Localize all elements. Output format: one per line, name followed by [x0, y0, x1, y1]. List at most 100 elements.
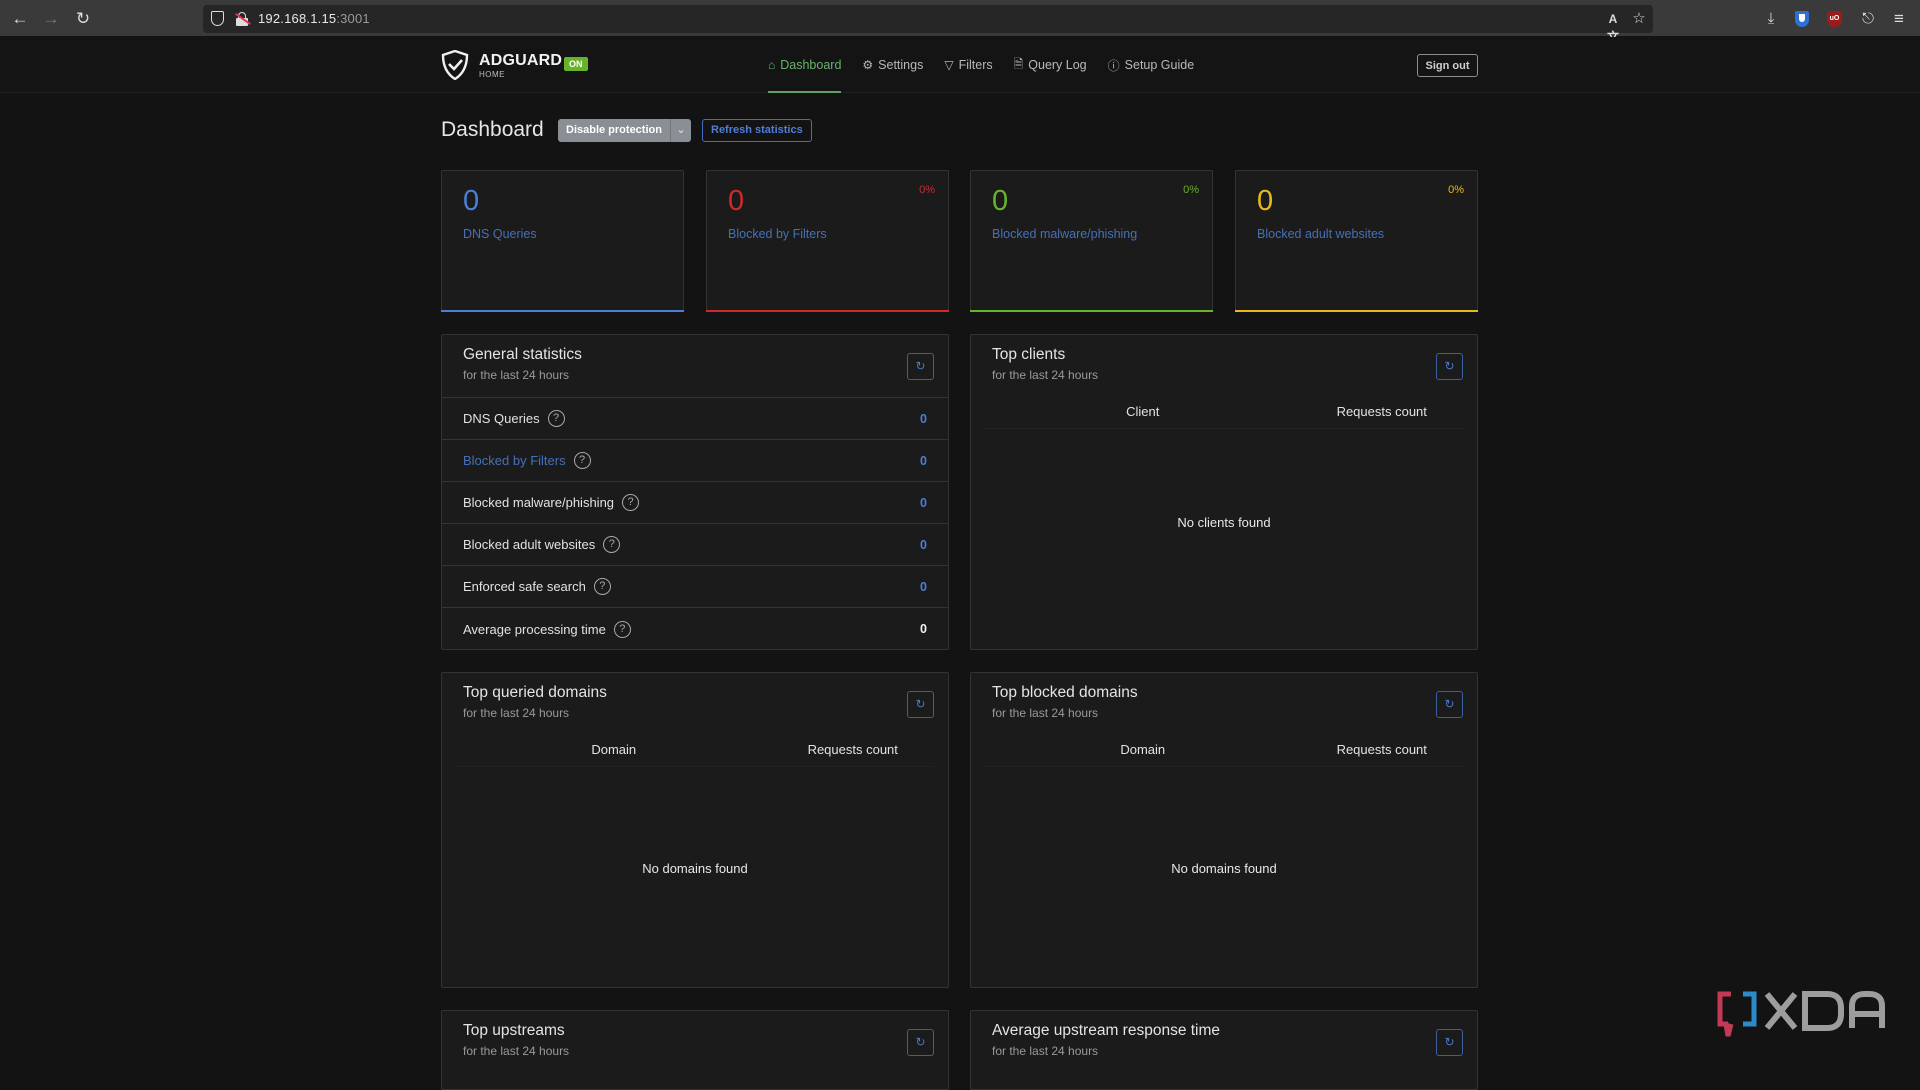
- stats-row-blocked-adult: Blocked adult websites ? 0: [442, 524, 948, 566]
- url-text[interactable]: 192.168.1.15:3001: [258, 11, 370, 26]
- stats-row-value: 0: [920, 579, 927, 594]
- reload-icon[interactable]: ↻: [72, 8, 94, 30]
- ublock-icon[interactable]: uO: [1827, 11, 1842, 27]
- refresh-icon: ↻: [1444, 697, 1455, 711]
- tracking-shield-icon[interactable]: [211, 11, 224, 26]
- stat-card-label[interactable]: DNS Queries: [463, 227, 537, 241]
- nav-settings-label: Settings: [878, 58, 924, 72]
- stat-card-label[interactable]: Blocked malware/phishing: [992, 227, 1137, 241]
- top-queried-domains-panel: Top queried domains for the last 24 hour…: [441, 672, 949, 988]
- browser-toolbar: ← → ↻ 192.168.1.15:3001 A文 ☆ ⤓ uO ⎋ ≡: [0, 0, 1920, 44]
- panel-subtitle: for the last 24 hours: [463, 706, 570, 720]
- top-upstreams-panel: Top upstreams for the last 24 hours ↻: [441, 1010, 949, 1090]
- stat-card-blocked-malware: 0 Blocked malware/phishing 0%: [970, 170, 1213, 312]
- home-icon: ⌂: [768, 58, 776, 72]
- stat-card-accent-bar: [1235, 310, 1478, 312]
- column-header-requests[interactable]: Requests count: [1300, 395, 1463, 428]
- refresh-button[interactable]: ↻: [1436, 691, 1463, 718]
- column-header-domain[interactable]: Domain: [985, 733, 1300, 766]
- stat-card-accent-bar: [706, 310, 949, 312]
- panel-subtitle: for the last 24 hours: [463, 368, 570, 382]
- refresh-button[interactable]: ↻: [1436, 353, 1463, 380]
- panel-title: Top clients: [992, 346, 1066, 363]
- nav-query-log-label: Query Log: [1028, 58, 1087, 72]
- chevron-down-icon[interactable]: ⌄: [671, 119, 691, 142]
- stat-card-label[interactable]: Blocked adult websites: [1257, 227, 1384, 241]
- nav-query-log[interactable]: 🗎 Query Log: [1014, 37, 1087, 93]
- stats-row-label[interactable]: Blocked by Filters: [463, 453, 566, 468]
- protection-status-badge: ON: [564, 57, 588, 71]
- table-header: Client Requests count: [985, 395, 1463, 429]
- avg-upstream-response-panel: Average upstream response time for the l…: [970, 1010, 1478, 1090]
- table-header: Domain Requests count: [456, 733, 934, 767]
- stats-row-safe-search: Enforced safe search ? 0: [442, 566, 948, 608]
- stat-card-percent: 0%: [1183, 184, 1199, 196]
- filter-icon: ▽: [944, 58, 954, 72]
- column-header-requests[interactable]: Requests count: [771, 733, 934, 766]
- help-icon[interactable]: ?: [603, 536, 621, 553]
- stat-card-accent-bar: [441, 310, 684, 312]
- xda-watermark-logo: XDA: [1717, 991, 1885, 1037]
- forward-icon[interactable]: →: [40, 8, 62, 30]
- column-header-client[interactable]: Client: [985, 395, 1300, 428]
- panel-title: Top blocked domains: [992, 684, 1138, 701]
- column-header-domain[interactable]: Domain: [456, 733, 771, 766]
- panel-subtitle: for the last 24 hours: [992, 706, 1099, 720]
- help-icon[interactable]: ?: [593, 578, 611, 595]
- panel-title: Top upstreams: [463, 1022, 565, 1039]
- document-icon: 🗎: [1013, 56, 1024, 71]
- download-icon[interactable]: ⤓: [1760, 8, 1782, 30]
- refresh-button[interactable]: ↻: [1436, 1029, 1463, 1056]
- nav-filters[interactable]: ▽ Filters: [944, 37, 992, 93]
- stats-row-label: Blocked adult websites: [463, 537, 596, 552]
- refresh-icon: ↻: [1444, 1035, 1455, 1049]
- help-icon[interactable]: ?: [622, 494, 640, 511]
- stat-card-value: 0: [728, 185, 745, 217]
- stats-row-value: 0: [920, 453, 927, 468]
- refresh-icon: ↻: [915, 697, 926, 711]
- stat-card-value: 0: [1257, 185, 1274, 217]
- translate-icon[interactable]: A文: [1604, 10, 1622, 44]
- refresh-icon: ↻: [1444, 359, 1455, 373]
- nav-setup-guide[interactable]: ⓘ Setup Guide: [1108, 37, 1195, 93]
- help-icon[interactable]: ?: [573, 452, 591, 469]
- panel-subtitle: for the last 24 hours: [992, 1044, 1099, 1058]
- refresh-statistics-button[interactable]: Refresh statistics: [702, 119, 812, 142]
- stats-row-value: 0: [920, 411, 927, 426]
- nav-dashboard[interactable]: ⌂ Dashboard: [768, 37, 842, 93]
- help-circle-icon: ⓘ: [1107, 58, 1120, 73]
- bitwarden-icon[interactable]: [1795, 11, 1809, 27]
- menu-icon[interactable]: ≡: [1888, 8, 1910, 30]
- nav-settings[interactable]: ⚙ Settings: [862, 37, 923, 93]
- stats-row-label: Enforced safe search: [463, 579, 586, 594]
- stats-list: DNS Queries ? 0 Blocked by Filters ? 0 B…: [442, 397, 948, 650]
- refresh-button[interactable]: ↻: [907, 353, 934, 380]
- address-bar[interactable]: 192.168.1.15:3001 A文 ☆: [203, 5, 1653, 44]
- disable-protection-button[interactable]: Disable protection: [558, 119, 671, 142]
- stats-row-blocked-malware: Blocked malware/phishing ? 0: [442, 482, 948, 524]
- main-nav: ⌂ Dashboard ⚙ Settings ▽ Filters 🗎 Query…: [768, 37, 1215, 93]
- stats-row-label: Average processing time: [463, 621, 606, 637]
- bookmark-star-icon[interactable]: ☆: [1630, 10, 1648, 28]
- stats-row-value: 0: [920, 495, 927, 510]
- help-icon[interactable]: ?: [547, 410, 565, 427]
- back-icon[interactable]: ←: [9, 8, 31, 30]
- sign-out-button[interactable]: Sign out: [1417, 54, 1478, 77]
- column-header-requests[interactable]: Requests count: [1300, 733, 1463, 766]
- empty-state: No clients found: [1177, 515, 1271, 530]
- stat-card-blocked-adult: 0 Blocked adult websites 0%: [1235, 170, 1478, 312]
- disable-protection-split-button: Disable protection ⌄: [558, 119, 691, 142]
- stat-card-percent: 0%: [919, 184, 935, 196]
- stat-card-label[interactable]: Blocked by Filters: [728, 227, 827, 241]
- empty-state: No domains found: [642, 861, 748, 876]
- extensions-icon[interactable]: ⎋: [1857, 8, 1879, 30]
- stat-card-value: 0: [992, 185, 1009, 217]
- refresh-button[interactable]: ↻: [907, 1029, 934, 1056]
- refresh-button[interactable]: ↻: [907, 691, 934, 718]
- nav-setup-guide-label: Setup Guide: [1124, 58, 1195, 72]
- help-icon[interactable]: ?: [613, 620, 631, 638]
- insecure-lock-icon[interactable]: [235, 12, 251, 26]
- stats-row-blocked-filters: Blocked by Filters ? 0: [442, 440, 948, 482]
- stats-row-dns-queries: DNS Queries ? 0: [442, 398, 948, 440]
- refresh-icon: ↻: [915, 1035, 926, 1049]
